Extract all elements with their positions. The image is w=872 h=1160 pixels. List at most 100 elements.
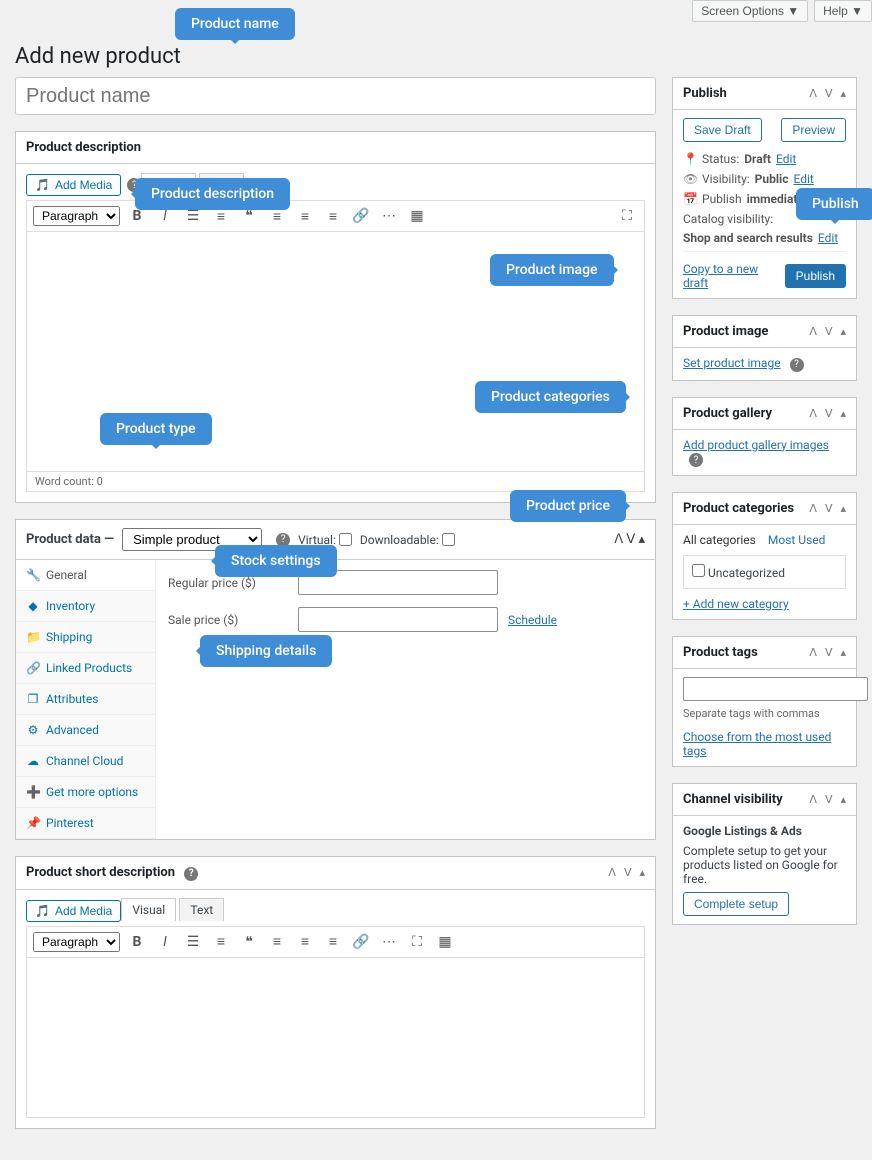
chevron-down-icon[interactable]: ᐯ	[825, 502, 833, 515]
add-media-button[interactable]: 🎵 Add Media	[26, 174, 121, 196]
bold-icon[interactable]: B	[126, 205, 148, 227]
chevron-down-icon[interactable]: ᐯ	[626, 532, 635, 547]
chevron-up-icon[interactable]: ᐱ	[614, 532, 623, 547]
caret-up-icon[interactable]: ▴	[840, 502, 846, 515]
set-product-image-link[interactable]: Set product image	[683, 356, 781, 370]
complete-setup-button[interactable]: Complete setup	[683, 892, 789, 916]
chevron-up-icon[interactable]: ᐱ	[608, 866, 616, 879]
chevron-up-icon[interactable]: ᐱ	[809, 793, 817, 806]
caret-up-icon[interactable]: ▴	[638, 532, 645, 547]
short-description-editor[interactable]	[26, 958, 645, 1118]
edit-status-link[interactable]: Edit	[776, 152, 796, 166]
add-category-link[interactable]: + Add new category	[683, 597, 789, 611]
link-icon[interactable]: 🔗	[350, 931, 372, 953]
category-checkbox[interactable]	[692, 564, 705, 577]
italic-icon[interactable]: I	[154, 205, 176, 227]
chevron-up-icon[interactable]: ᐱ	[809, 407, 817, 420]
tab-advanced[interactable]: ⚙Advanced	[16, 715, 155, 746]
tab-inventory[interactable]: ◆Inventory	[16, 591, 155, 622]
help-icon[interactable]: ?	[127, 178, 141, 192]
caret-up-icon[interactable]: ▴	[840, 325, 846, 338]
chevron-down-icon[interactable]: ᐯ	[624, 866, 632, 879]
align-right-icon[interactable]: ≡	[322, 205, 344, 227]
tab-linked-products[interactable]: 🔗Linked Products	[16, 653, 155, 684]
tab-visual[interactable]: Visual	[121, 898, 176, 921]
more-icon[interactable]: ⋯	[378, 205, 400, 227]
chevron-down-icon[interactable]: ᐯ	[825, 407, 833, 420]
tab-visual[interactable]: Visual	[141, 173, 196, 196]
list-ul-icon[interactable]: ☰	[182, 205, 204, 227]
description-editor[interactable]	[26, 232, 645, 472]
tab-get-more[interactable]: ➕Get more options	[16, 777, 155, 808]
tag-input[interactable]	[683, 677, 868, 701]
align-left-icon[interactable]: ≡	[266, 931, 288, 953]
tab-attributes[interactable]: ❐Attributes	[16, 684, 155, 715]
tab-channel-cloud[interactable]: ☁Channel Cloud	[16, 746, 155, 777]
tab-all-categories[interactable]: All categories	[683, 533, 756, 547]
edit-date-link[interactable]: Edit	[818, 192, 838, 206]
align-left-icon[interactable]: ≡	[266, 205, 288, 227]
paragraph-select[interactable]: Paragraph	[33, 932, 120, 952]
tab-shipping[interactable]: 📁Shipping	[16, 622, 155, 653]
chevron-up-icon[interactable]: ᐱ	[809, 646, 817, 659]
tab-text[interactable]: Text	[199, 173, 244, 196]
more-icon[interactable]: ⋯	[378, 931, 400, 953]
chevron-down-icon[interactable]: ᐯ	[825, 87, 833, 100]
chevron-up-icon[interactable]: ᐱ	[809, 325, 817, 338]
fullscreen-icon[interactable]: ⛶	[406, 931, 428, 953]
list-ol-icon[interactable]: ≡	[210, 205, 232, 227]
tab-text[interactable]: Text	[179, 898, 224, 921]
copy-draft-link[interactable]: Copy to a new draft	[683, 262, 785, 290]
help-icon[interactable]: ?	[184, 867, 198, 881]
publish-button[interactable]: Publish	[785, 264, 846, 288]
chevron-up-icon[interactable]: ᐱ	[809, 502, 817, 515]
edit-visibility-link[interactable]: Edit	[793, 172, 813, 186]
help-icon[interactable]: ?	[790, 358, 804, 372]
product-type-select[interactable]: Simple product	[122, 528, 262, 551]
caret-up-icon[interactable]: ▴	[840, 407, 846, 420]
screen-options-button[interactable]: Screen Options ▼	[692, 0, 808, 22]
chevron-up-icon[interactable]: ᐱ	[809, 87, 817, 100]
add-gallery-link[interactable]: Add product gallery images	[683, 438, 829, 452]
chevron-down-icon[interactable]: ᐯ	[825, 646, 833, 659]
toolbar-toggle-icon[interactable]: ▦	[406, 205, 428, 227]
help-icon[interactable]: ?	[689, 453, 703, 467]
add-media-button[interactable]: 🎵 Add Media	[26, 900, 121, 922]
tab-pinterest[interactable]: 📌Pinterest	[16, 808, 155, 839]
link-icon[interactable]: 🔗	[350, 205, 372, 227]
caret-up-icon[interactable]: ▴	[840, 793, 846, 806]
edit-catalog-link[interactable]: Edit	[818, 231, 838, 245]
align-center-icon[interactable]: ≡	[294, 205, 316, 227]
preview-button[interactable]: Preview	[781, 118, 846, 142]
italic-icon[interactable]: I	[154, 931, 176, 953]
quote-icon[interactable]: ❝	[238, 931, 260, 953]
save-draft-button[interactable]: Save Draft	[683, 118, 762, 142]
category-item[interactable]: Uncategorized	[692, 566, 785, 580]
align-right-icon[interactable]: ≡	[322, 931, 344, 953]
help-icon[interactable]: ?	[276, 533, 290, 547]
schedule-link[interactable]: Schedule	[508, 613, 557, 627]
choose-tags-link[interactable]: Choose from the most used tags	[683, 730, 831, 758]
tags-hint: Separate tags with commas	[683, 707, 846, 720]
regular-price-input[interactable]	[298, 570, 498, 595]
align-center-icon[interactable]: ≡	[294, 931, 316, 953]
list-ol-icon[interactable]: ≡	[210, 931, 232, 953]
toolbar-toggle-icon[interactable]: ▦	[434, 931, 456, 953]
chevron-down-icon[interactable]: ᐯ	[825, 793, 833, 806]
caret-up-icon[interactable]: ▴	[840, 646, 846, 659]
product-name-input[interactable]	[15, 77, 656, 115]
paragraph-select[interactable]: Paragraph	[33, 206, 120, 226]
quote-icon[interactable]: ❝	[238, 205, 260, 227]
help-button[interactable]: Help ▼	[814, 0, 872, 22]
sale-price-input[interactable]	[298, 607, 498, 632]
tab-most-used[interactable]: Most Used	[768, 533, 826, 547]
list-ul-icon[interactable]: ☰	[182, 931, 204, 953]
chevron-down-icon[interactable]: ᐯ	[825, 325, 833, 338]
virtual-checkbox[interactable]	[339, 533, 352, 546]
tab-general[interactable]: 🔧General	[16, 560, 155, 591]
fullscreen-icon[interactable]: ⛶	[616, 205, 638, 227]
bold-icon[interactable]: B	[126, 931, 148, 953]
caret-up-icon[interactable]: ▴	[840, 87, 846, 100]
caret-up-icon[interactable]: ▴	[639, 866, 645, 879]
downloadable-checkbox[interactable]	[442, 533, 455, 546]
